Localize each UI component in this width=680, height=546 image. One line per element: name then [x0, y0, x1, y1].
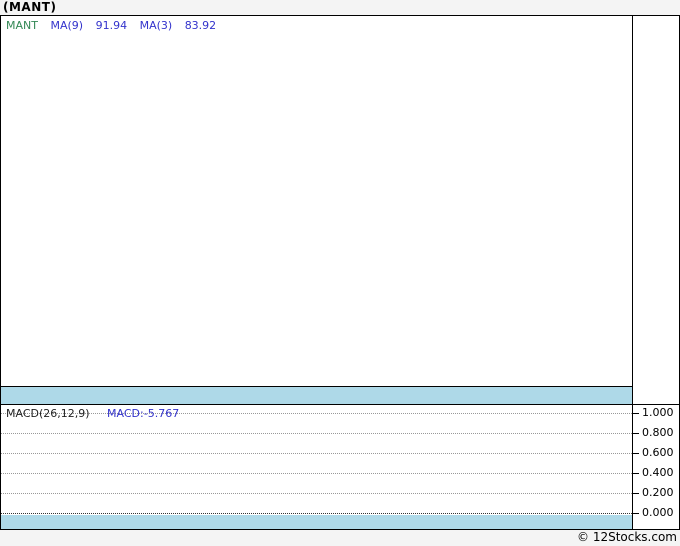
legend-symbol: MANT — [6, 19, 38, 32]
chart-legend: MANT MA(9) 91.94 MA(3) 83.92 — [6, 19, 225, 32]
macd-tick — [632, 493, 639, 494]
main-plot-area: MANT MA(9) 91.94 MA(3) 83.92 — [1, 16, 632, 404]
macd-gridline-0.600 — [1, 453, 632, 454]
page-title: (MANT) — [3, 0, 57, 14]
macd-gridline-0.800 — [1, 433, 632, 434]
macd-tick-label: 1.000 — [642, 406, 674, 419]
macd-tick-label: 0.600 — [642, 446, 674, 459]
main-chart-panel: MANT MA(9) 91.94 MA(3) 83.92 — [0, 15, 680, 405]
macd-indicator-label: MACD(26,12,9) — [6, 407, 90, 420]
legend-ma9-label: MA(9) — [50, 19, 84, 32]
footer: © 12Stocks.com — [0, 530, 680, 546]
macd-tick-label: 0.000 — [642, 506, 674, 519]
macd-zero-gridline — [1, 513, 632, 514]
macd-tick — [632, 513, 639, 514]
macd-legend: MACD(26,12,9) MACD:-5.767 — [6, 407, 179, 420]
macd-tick — [632, 453, 639, 454]
legend-ma9-value: 91.94 — [95, 19, 128, 32]
macd-gridline-0.400 — [1, 473, 632, 474]
copyright-link[interactable]: © 12Stocks.com — [577, 530, 680, 544]
macd-tick — [632, 413, 639, 414]
main-bottom-band — [1, 386, 632, 404]
macd-tick-label: 0.800 — [642, 426, 674, 439]
macd-tick — [632, 473, 639, 474]
macd-bottom-band — [1, 515, 632, 529]
macd-gridline-0.200 — [1, 493, 632, 494]
stock-chart-page: (MANT) MANT MA(9) 91.94 MA(3) 83.92 MACD — [0, 0, 680, 546]
macd-tick — [632, 433, 639, 434]
macd-tick-label: 0.400 — [642, 466, 674, 479]
main-axis-area — [633, 16, 679, 404]
macd-plot-area: MACD(26,12,9) MACD:-5.767 — [1, 405, 632, 529]
macd-panel: MACD(26,12,9) MACD:-5.767 1.000 0.800 0.… — [0, 404, 680, 530]
macd-tick-label: 0.200 — [642, 486, 674, 499]
legend-ma3-label: MA(3) — [139, 19, 173, 32]
legend-ma3-value: 83.92 — [184, 19, 217, 32]
macd-indicator-value: MACD:-5.767 — [107, 407, 180, 420]
